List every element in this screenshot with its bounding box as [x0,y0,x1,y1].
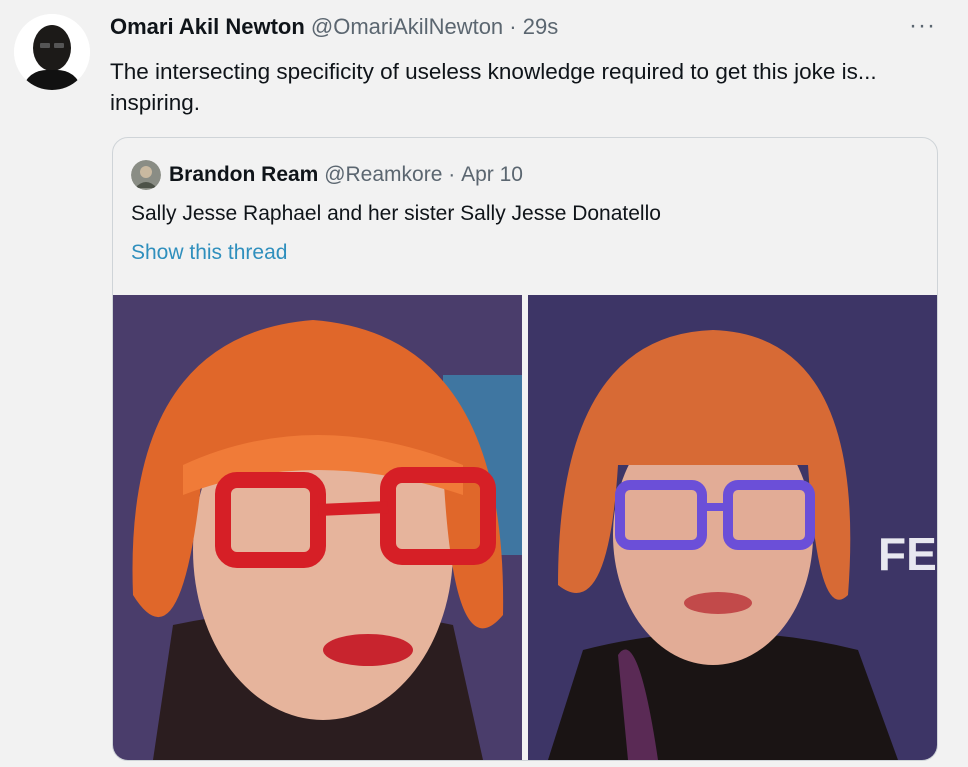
quoted-tweet-text: Sally Jesse Raphael and her sister Sally… [131,202,661,225]
quoted-separator: · [448,163,456,186]
header-separator: · [509,14,517,39]
quoted-date[interactable]: Apr 10 [461,163,523,187]
author-name[interactable]: Omari Akil Newton [110,14,305,39]
quoted-avatar[interactable] [131,160,161,190]
tweet-header: Omari Akil Newton @OmariAkilNewton · 29s [110,14,558,40]
show-thread-link[interactable]: Show this thread [131,241,287,265]
quoted-tweet-header: Brandon Ream @Reamkore · Apr 10 [131,160,523,190]
author-handle[interactable]: @OmariAkilNewton [311,14,503,39]
photo-right-image: FE [528,295,937,760]
avatar-image [14,14,90,90]
quoted-avatar-image [131,160,161,190]
tweet-timestamp[interactable]: 29s [523,14,558,39]
backdrop-sign-text: FE [878,528,937,580]
avatar[interactable] [14,14,90,90]
quoted-tweet[interactable]: Brandon Ream @Reamkore · Apr 10 Sally Je… [112,137,938,761]
photo-left[interactable] [113,295,522,760]
quoted-author-handle[interactable]: @Reamkore [324,163,442,187]
photo-grid: FE [113,295,937,760]
quoted-author-name[interactable]: Brandon Ream [169,163,318,187]
tweet[interactable]: Omari Akil Newton @OmariAkilNewton · 29s… [0,0,968,767]
photo-right[interactable]: FE [528,295,937,760]
more-horizontal-icon[interactable]: ··· [909,12,936,40]
photo-left-image [113,295,522,760]
tweet-text: The intersecting specificity of useless … [110,59,877,115]
